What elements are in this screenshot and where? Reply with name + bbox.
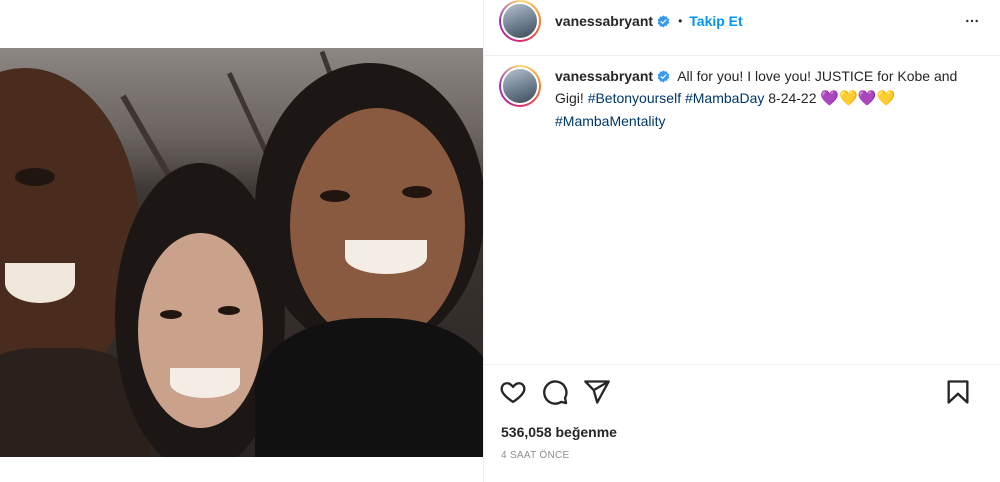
verified-badge-icon: [657, 14, 670, 28]
avatar[interactable]: [499, 0, 541, 42]
caption-text: vanessabryant All for you! I love you! J…: [555, 65, 989, 132]
post-photo[interactable]: [0, 48, 483, 457]
person-eye: [15, 168, 55, 186]
person-smile: [5, 263, 75, 303]
hashtag-link[interactable]: #MambaDay: [685, 90, 764, 106]
header-divider: [484, 55, 1000, 56]
person-smile: [170, 368, 240, 398]
post-header: vanessabryant • Takip Et: [484, 0, 1000, 42]
person-shirt: [255, 318, 483, 457]
caption-avatar[interactable]: [499, 65, 541, 107]
avatar-image: [501, 67, 539, 105]
hashtag-link[interactable]: #MambaMentality: [555, 113, 666, 129]
caption-username[interactable]: vanessabryant: [555, 68, 653, 84]
hashtag-link[interactable]: #Betonyourself: [588, 90, 681, 106]
person-eye: [402, 186, 432, 198]
yellow-heart-icon: 💛: [839, 90, 858, 107]
verified-badge-icon: [657, 70, 670, 83]
purple-heart-icon: 💜: [857, 90, 877, 107]
post-timestamp[interactable]: 4 SAAT ÖNCE: [501, 450, 570, 461]
actions-divider: [484, 364, 1000, 365]
send-icon[interactable]: [583, 378, 611, 406]
person-eye: [320, 190, 350, 202]
purple-heart-icon: 💜: [820, 90, 840, 107]
person-smile: [345, 240, 427, 274]
bookmark-icon[interactable]: [944, 378, 972, 406]
username-link[interactable]: vanessabryant: [555, 13, 653, 29]
person-face: [138, 233, 263, 428]
heart-icon[interactable]: [499, 378, 527, 406]
yellow-heart-icon: 💛: [876, 90, 896, 107]
follow-button[interactable]: Takip Et: [689, 13, 742, 29]
person-eye: [160, 310, 182, 319]
hearts-emoji: 💜💛💜💛: [820, 90, 896, 107]
instagram-post: vanessabryant • Takip Et vanessabryant A…: [0, 0, 1000, 482]
media-pane: [0, 0, 483, 482]
action-bar: [499, 378, 986, 408]
separator-dot: •: [678, 14, 683, 28]
like-count[interactable]: 536,058 beğenme: [501, 424, 617, 440]
avatar-image: [501, 2, 539, 40]
post-side-pane: vanessabryant • Takip Et vanessabryant A…: [483, 0, 1000, 482]
post-caption: vanessabryant All for you! I love you! J…: [499, 65, 989, 132]
comment-icon[interactable]: [541, 378, 569, 406]
more-options-icon[interactable]: [962, 13, 982, 29]
person-eye: [218, 306, 240, 315]
caption-date: 8-24-22: [768, 90, 817, 106]
person-face: [290, 108, 465, 343]
